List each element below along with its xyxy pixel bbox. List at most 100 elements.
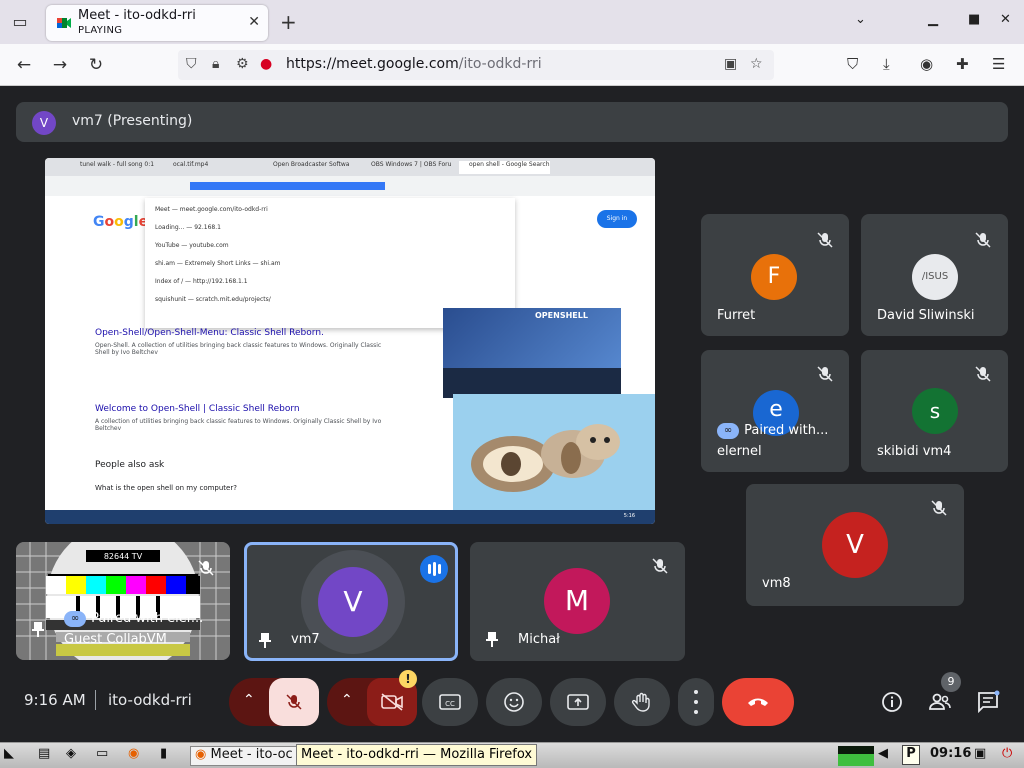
result-title: Welcome to Open-Shell | Classic Shell Re… — [95, 404, 300, 414]
paired-label: Paired with... — [744, 423, 829, 438]
new-tab-icon[interactable]: + — [280, 10, 297, 34]
mic-off-icon — [817, 232, 833, 248]
people-icon[interactable] — [928, 690, 952, 714]
picture-in-picture-icon[interactable]: ▣ — [724, 56, 737, 72]
extensions-icon[interactable]: ✚ — [956, 55, 969, 73]
mic-off-icon — [931, 500, 947, 516]
participant-tile-guest[interactable]: 82644 TV ∞ Paired with eler... Guest Col… — [16, 542, 230, 660]
participant-name: Michał — [518, 632, 560, 647]
lock-icon[interactable]: 🔒︎ — [212, 56, 219, 72]
avatar: s — [912, 388, 958, 434]
reactions-button[interactable] — [486, 678, 542, 726]
participant-name: Guest CollabVM — [64, 632, 167, 647]
window-tooltip: Meet - ito-odkd-rri — Mozilla Firefox — [296, 744, 538, 766]
participant-name: vm8 — [762, 576, 791, 591]
participant-tile-elernel[interactable]: e ∞ Paired with... elernel — [701, 350, 849, 472]
shared-url-highlight — [190, 182, 385, 190]
participant-tile-david[interactable]: /ISUS David Sliwinski — [861, 214, 1008, 336]
menu-icon[interactable]: ☰ — [992, 55, 1005, 73]
firefox-icon[interactable]: ◉ — [128, 746, 139, 766]
meet-favicon-icon — [57, 18, 71, 28]
svg-text:CC: CC — [445, 700, 455, 708]
cpu-graph-icon — [838, 746, 874, 766]
audio-options-chevron-icon[interactable]: ⌃ — [243, 692, 255, 708]
participant-tile-vm7[interactable]: V vm7 — [244, 542, 458, 661]
video-options-chevron-icon[interactable]: ⌃ — [341, 692, 353, 708]
pin-icon[interactable] — [484, 630, 500, 648]
pocket-icon[interactable]: ⛉ — [847, 55, 858, 73]
file-manager-icon[interactable]: ▤ — [38, 746, 50, 766]
browser-tab-meet[interactable]: Meet - ito-odkd-rri PLAYING ✕ — [46, 5, 268, 41]
reload-icon[interactable]: ↻ — [84, 53, 108, 77]
forward-icon[interactable]: → — [48, 53, 72, 77]
url-bar[interactable]: ⛉ 🔒︎ ⚙ ● https://meet.google.com/ito-odk… — [178, 50, 774, 80]
shared-tab: Open Broadcaster Softwa — [273, 161, 350, 168]
call-controls: 9:16 AM ito-odkd-rri ⌃ ⌃ ! CC 9 — [0, 662, 1024, 742]
shared-tab: tunel walk - full song 0:1 — [80, 161, 155, 168]
result-text: Open-Shell. A collection of utilities br… — [95, 342, 382, 356]
shutdown-icon[interactable]: ⏻ — [1002, 746, 1012, 766]
close-window-icon[interactable]: ✕ — [1000, 12, 1011, 27]
pin-icon[interactable] — [30, 620, 46, 638]
participant-name: David Sliwinski — [877, 308, 975, 323]
participant-tile-michal[interactable]: M Michał — [470, 542, 685, 661]
captions-button[interactable]: CC — [422, 678, 478, 726]
presenting-banner: V vm7 (Presenting) — [16, 102, 1008, 142]
avatar: F — [751, 254, 797, 300]
pin-icon[interactable] — [257, 631, 273, 649]
dropdown-row: shi.am — Extremely Short Links — shi.am — [155, 260, 281, 267]
dropdown-row: Meet — meet.google.com/ito-odkd-rri — [155, 206, 268, 213]
maximize-icon[interactable]: ■ — [968, 12, 980, 27]
participant-tile-vm8[interactable]: V vm8 — [746, 484, 964, 606]
google-logo: Google — [93, 214, 149, 230]
taskbar-window-firefox[interactable]: ◉ Meet - ito-oc — [190, 746, 298, 766]
dropdown-row: Loading... — 92.168.1 — [155, 224, 221, 231]
tab-title: Meet - ito-odkd-rri — [78, 8, 196, 23]
minimize-icon[interactable]: ▁ — [928, 12, 938, 27]
start-menu-icon[interactable]: ◣ — [4, 746, 14, 766]
shared-tabs: tunel walk - full song 0:1 ocal.tif.mp4 … — [45, 158, 655, 176]
terminal-icon[interactable]: ▭ — [96, 746, 108, 766]
present-button[interactable] — [550, 678, 606, 726]
avatar: V — [822, 512, 888, 578]
desktop-icon[interactable]: ▮ — [160, 746, 167, 766]
power-manager-icon[interactable]: P — [902, 745, 920, 765]
account-icon[interactable]: ◉ — [920, 55, 933, 73]
microphone-icon[interactable]: ● — [260, 56, 272, 72]
hand-icon — [631, 692, 650, 712]
close-tab-icon[interactable]: ✕ — [248, 14, 260, 30]
link-icon: ∞ — [64, 610, 86, 627]
audio-control-group: ⌃ — [229, 678, 319, 726]
downloads-icon[interactable]: ⤓ — [883, 55, 890, 73]
screen-icon[interactable]: ▣ — [974, 746, 986, 766]
leave-call-button[interactable] — [722, 678, 794, 726]
shared-tab: open shell - Google Search — [459, 161, 550, 174]
more-options-button[interactable] — [678, 678, 714, 726]
furret-image — [453, 394, 655, 510]
taskbar-window-label: Meet - ito-oc — [210, 747, 293, 762]
warning-icon: ! — [399, 670, 417, 688]
shared-clock: 5:16 — [623, 513, 635, 519]
chat-icon[interactable] — [976, 690, 1000, 714]
raise-hand-button[interactable] — [614, 678, 670, 726]
volume-icon[interactable]: ◀ — [878, 746, 888, 766]
dropdown-row: Index of / — http://192.168.1.1 — [155, 278, 248, 285]
tv-label: 82644 TV — [104, 552, 143, 561]
meeting-clock: 9:16 AM — [24, 691, 86, 709]
network-icon[interactable]: ◈ — [66, 746, 76, 766]
back-icon[interactable]: ← — [12, 53, 36, 77]
shared-taskbar: 5:16 — [45, 510, 655, 524]
permissions-icon[interactable]: ⚙ — [236, 56, 249, 72]
participant-tile-skibidi[interactable]: s skibidi vm4 — [861, 350, 1008, 472]
people-count-badge: 9 — [941, 672, 961, 692]
asus-logo-icon: /ISUS — [921, 271, 949, 282]
bookmark-star-icon[interactable]: ☆ — [750, 56, 763, 72]
tab-list-icon[interactable]: ▭ — [8, 10, 32, 34]
microphone-toggle-button[interactable] — [269, 678, 319, 726]
participant-tile-furret[interactable]: F Furret — [701, 214, 849, 336]
meeting-details-icon[interactable] — [880, 690, 904, 714]
shield-icon[interactable]: ⛉ — [186, 56, 197, 72]
paa-question: What is the open shell on my computer? — [95, 484, 237, 492]
chevron-down-icon[interactable]: ⌄ — [855, 12, 866, 27]
shared-screen[interactable]: tunel walk - full song 0:1 ocal.tif.mp4 … — [45, 158, 655, 524]
